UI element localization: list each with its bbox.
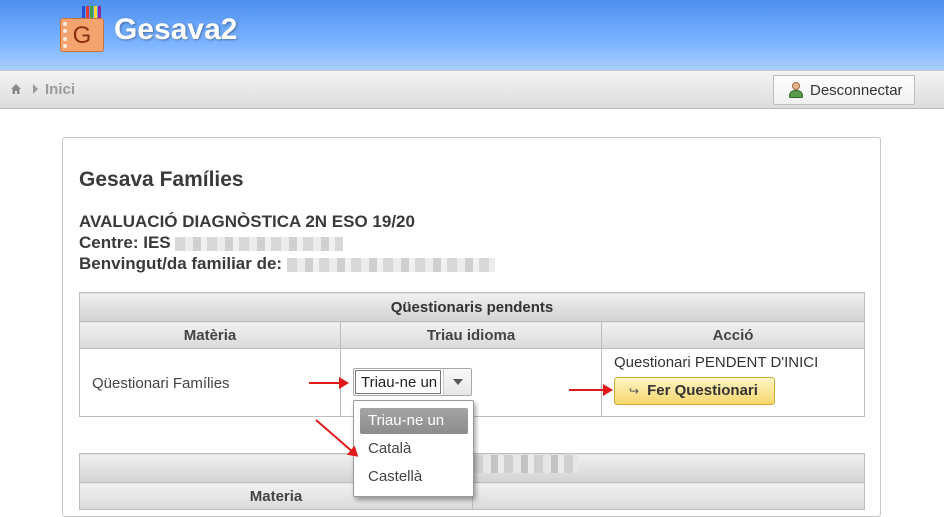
forward-arrow-icon: ↪ xyxy=(629,384,640,398)
annotation-arrow-button xyxy=(569,384,613,396)
welcome-line: Benvingut/da familiar de: xyxy=(79,253,495,274)
column-header: Triau idioma xyxy=(340,321,602,349)
logout-label: Desconnectar xyxy=(810,81,903,99)
page-title: Gesava Famílies xyxy=(79,168,244,191)
app-title: Gesava2 xyxy=(114,13,238,46)
column-header: Matèria xyxy=(79,321,341,349)
info-block: AVALUACIÓ DIAGNÒSTICA 2N ESO 19/20 Centr… xyxy=(79,211,495,274)
subject-cell: Qüestionari Famílies xyxy=(79,348,341,417)
language-dropdown-menu: Triau-ne un Català Castellà xyxy=(353,400,474,497)
table-caption: Qüestionaris pendents xyxy=(79,292,865,322)
home-icon[interactable] xyxy=(10,83,22,95)
redacted-student xyxy=(286,257,495,272)
assessment-title: AVALUACIÓ DIAGNÒSTICA 2N ESO 19/20 xyxy=(79,212,415,231)
breadcrumb-inici[interactable]: Inici xyxy=(45,81,75,98)
chevron-down-icon[interactable] xyxy=(443,369,471,395)
language-select[interactable]: Triau-ne un xyxy=(353,368,472,396)
language-option-triau[interactable]: Triau-ne un xyxy=(360,408,468,434)
language-option-catala[interactable]: Català xyxy=(360,436,468,462)
column-header: Acció xyxy=(601,321,865,349)
language-option-castella[interactable]: Castellà xyxy=(360,464,468,490)
breadcrumb-separator-icon xyxy=(33,84,38,94)
column-header xyxy=(472,482,865,510)
language-select-value: Triau-ne un xyxy=(355,370,441,394)
centre-line: Centre: IES xyxy=(79,232,495,253)
app-header: G Gesava2 xyxy=(0,0,944,70)
user-icon xyxy=(788,82,804,98)
app-logo: G xyxy=(60,6,104,52)
navbar: Inici Desconnectar xyxy=(0,70,944,109)
start-questionnaire-label: Fer Questionari xyxy=(647,382,758,399)
redacted-centre xyxy=(175,236,344,251)
start-questionnaire-button[interactable]: ↪ Fer Questionari xyxy=(614,377,775,405)
redacted-caption xyxy=(474,455,578,473)
logout-button[interactable]: Desconnectar xyxy=(773,75,915,105)
annotation-arrow-select xyxy=(309,377,349,389)
